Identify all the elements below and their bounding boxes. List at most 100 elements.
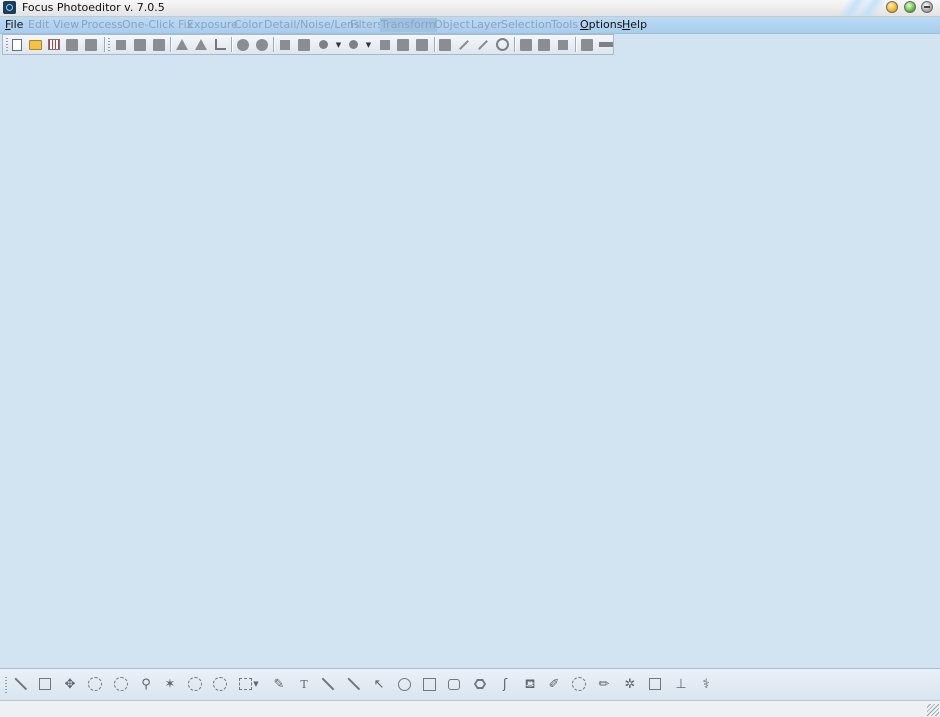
menu-exposure[interactable]: Exposure	[186, 18, 239, 32]
resize-grip-icon[interactable]	[927, 704, 939, 716]
maximize-button[interactable]	[904, 1, 916, 13]
rotate-left-icon[interactable]	[235, 37, 251, 52]
menu-edit[interactable]: Edit	[27, 18, 50, 32]
brush-icon[interactable]	[456, 37, 472, 52]
app-logo-icon[interactable]	[3, 1, 16, 14]
ring-icon[interactable]	[494, 37, 510, 52]
airbrush-tool-icon[interactable]	[570, 675, 588, 693]
mask-icon[interactable]	[437, 37, 453, 52]
text-tool-glyph: T	[300, 677, 308, 691]
menu-color[interactable]: Color	[233, 18, 264, 32]
main-toolbar: ▼ ▼	[2, 34, 614, 55]
save-as-icon[interactable]	[83, 37, 99, 52]
book-icon[interactable]	[151, 37, 167, 52]
rounded-rectangle-tool-icon[interactable]	[445, 675, 463, 693]
workspace-area[interactable]	[0, 56, 940, 668]
toolbar-grip[interactable]	[6, 38, 8, 52]
toolbar-grip[interactable]	[5, 677, 7, 693]
rectangle-tool-icon[interactable]	[420, 675, 438, 693]
menu-object[interactable]: Object	[433, 18, 471, 32]
magic-wand-tool-icon[interactable]: ✶	[161, 675, 179, 693]
toolbar-separator	[575, 37, 576, 52]
text-tool-icon[interactable]: T	[295, 675, 313, 693]
open-folder-icon[interactable]	[27, 37, 43, 52]
curves-icon[interactable]	[296, 37, 312, 52]
grid-icon[interactable]	[46, 37, 62, 52]
menu-file-label: ile	[10, 18, 24, 31]
menu-options[interactable]: Options	[579, 18, 623, 32]
toolbar-separator	[514, 37, 515, 52]
panel-icon[interactable]	[518, 37, 534, 52]
fullscreen-icon[interactable]	[555, 37, 571, 52]
layers-icon[interactable]	[132, 37, 148, 52]
toolbar-separator	[170, 37, 171, 52]
frame-icon[interactable]	[395, 37, 411, 52]
window-icon[interactable]	[579, 37, 595, 52]
hexagon-tool-icon[interactable]	[471, 675, 489, 693]
eyedropper-tool-icon[interactable]: ✎	[270, 675, 288, 693]
sharpen-dropdown-icon[interactable]: ▼	[363, 37, 373, 52]
toolbar-separator	[434, 37, 435, 52]
flip-vertical-icon[interactable]	[193, 37, 209, 52]
folder-stack-icon[interactable]	[536, 37, 552, 52]
pencil-tool-icon[interactable]: ✏	[595, 675, 613, 693]
spray-tool-icon[interactable]: ✲	[621, 675, 639, 693]
curve-tool-icon[interactable]: ʃ	[496, 675, 514, 693]
polygon-lasso-tool-icon[interactable]	[211, 675, 229, 693]
window-title: Focus Photoeditor v. 7.0.5	[22, 1, 165, 14]
color-dropdown-icon[interactable]: ▼	[333, 37, 343, 52]
save-icon[interactable]	[64, 37, 80, 52]
resize-icon[interactable]	[414, 37, 430, 52]
menu-help-label: elp	[630, 18, 648, 31]
menu-process[interactable]: Process	[80, 18, 124, 32]
close-button[interactable]	[921, 1, 933, 13]
hand-tool-icon[interactable]	[86, 675, 104, 693]
menu-tools[interactable]: Tools	[550, 18, 579, 32]
color-circle-icon[interactable]	[315, 37, 331, 52]
menu-help[interactable]: Help	[621, 18, 648, 32]
menu-transform[interactable]: Transform	[380, 18, 437, 32]
trim-icon[interactable]	[113, 37, 129, 52]
menu-filters[interactable]: Filters	[349, 18, 384, 32]
stamp-tool-icon[interactable]: ⊥	[672, 675, 690, 693]
brightness-icon[interactable]	[277, 37, 293, 52]
arrow-tool-icon[interactable]: ↖	[370, 675, 388, 693]
zoom-out-tool-icon[interactable]: ⚲	[137, 675, 155, 693]
move-tool-icon[interactable]: ✥	[61, 675, 79, 693]
status-bar	[0, 700, 940, 717]
flip-horizontal-icon[interactable]	[174, 37, 190, 52]
new-document-icon[interactable]	[9, 37, 25, 52]
minimize-bar-icon[interactable]	[598, 37, 614, 52]
menu-one-click-fix[interactable]: One-Click Fix	[121, 18, 194, 32]
crop-icon[interactable]	[212, 37, 228, 52]
title-bar: Focus Photoeditor v. 7.0.5	[0, 0, 940, 17]
toolbar-grip[interactable]	[108, 38, 110, 52]
line-tool-icon[interactable]	[319, 675, 337, 693]
toolbar-separator	[273, 37, 274, 52]
menu-options-label: ptions	[588, 18, 623, 31]
zoom-in-tool-icon[interactable]	[112, 675, 130, 693]
sharpen-icon[interactable]	[345, 37, 361, 52]
bucket-tool-icon[interactable]: ⛾	[521, 675, 539, 693]
rectangle-select-tool-icon[interactable]	[36, 675, 54, 693]
rotate-right-icon[interactable]	[254, 37, 270, 52]
stars-icon[interactable]	[475, 37, 491, 52]
menu-view[interactable]: View	[52, 18, 80, 32]
menu-selection[interactable]: Selection	[500, 18, 553, 32]
menu-layer[interactable]: Layer	[470, 18, 503, 32]
tools-toolbar: ✥ ⚲ ✶ ▼ ✎ T ↖ ʃ ⛾ ✐ ✏ ✲ ⊥ ⚕	[0, 668, 940, 700]
eraser-tool-icon[interactable]	[646, 675, 664, 693]
marquee-tool-icon[interactable]: ▼	[237, 675, 261, 693]
menu-bar: File Edit View Process One-Click Fix Exp…	[0, 17, 940, 34]
minimize-button[interactable]	[886, 1, 898, 13]
menu-file[interactable]: File	[4, 18, 24, 32]
histogram-icon[interactable]	[377, 37, 393, 52]
lasso-tool-icon[interactable]	[186, 675, 204, 693]
pointer-tool-icon[interactable]	[12, 675, 30, 693]
ellipse-tool-icon[interactable]	[395, 675, 413, 693]
menu-detail-noise-lens[interactable]: Detail/Noise/Lens	[263, 18, 361, 32]
menu-options-mnemonic: O	[580, 18, 589, 31]
healing-tool-icon[interactable]: ⚕	[697, 675, 715, 693]
thin-line-tool-icon[interactable]	[345, 675, 363, 693]
brush-tool-icon[interactable]: ✐	[545, 675, 563, 693]
